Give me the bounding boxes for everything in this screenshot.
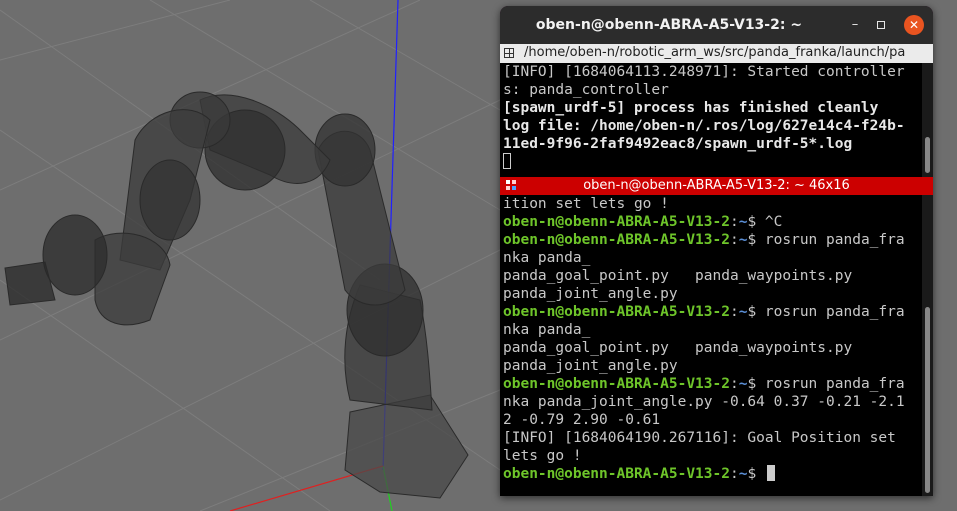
terminal-line: lets go ! xyxy=(500,447,922,465)
line-text: lets go ! xyxy=(503,448,582,464)
line-text: panda_goal_point.py panda_waypoints.py xyxy=(503,340,853,356)
prompt-user-host: oben-n@obenn-ABRA-A5-V13-2 xyxy=(503,304,730,320)
line-text: $ rosrun panda_fra xyxy=(747,232,905,248)
tab-path: /home/oben-n/robotic_arm_ws/src/panda_fr… xyxy=(524,45,906,60)
terminal-line: s: panda_controller xyxy=(503,82,669,98)
window-titlebar[interactable]: oben-n@obenn-ABRA-A5-V13-2: ~ – ✕ xyxy=(500,6,933,44)
close-button[interactable]: ✕ xyxy=(904,15,924,35)
terminal-line: nka panda_ xyxy=(500,249,922,267)
window-title: oben-n@obenn-ABRA-A5-V13-2: ~ xyxy=(535,17,803,33)
text-cursor xyxy=(766,465,775,481)
terminal-pane-header[interactable]: oben-n@obenn-ABRA-A5-V13-2: ~ 46x16 xyxy=(500,177,933,195)
terminal-cursor-line xyxy=(500,153,922,171)
scrollbar-bottom[interactable] xyxy=(922,195,933,496)
terminal-line: nka panda_joint_angle.py -0.64 0.37 -0.2… xyxy=(500,393,922,411)
close-icon: ✕ xyxy=(908,18,920,32)
terminal-line: oben-n@obenn-ABRA-A5-V13-2:~$ ^C xyxy=(503,214,783,230)
scrollbar-top[interactable] xyxy=(922,63,933,177)
line-text: panda_goal_point.py panda_waypoints.py xyxy=(503,268,853,284)
line-text: nka panda_joint_angle.py -0.64 0.37 -0.2… xyxy=(503,394,905,410)
terminator-path-bar[interactable]: /home/oben-n/robotic_arm_ws/src/panda_fr… xyxy=(500,44,933,63)
maximize-icon xyxy=(877,20,885,29)
line-text: $ rosrun panda_fra xyxy=(747,376,905,392)
terminal-line: oben-n@obenn-ABRA-A5-V13-2:~$ rosrun pan… xyxy=(503,232,905,248)
minimize-icon: – xyxy=(851,17,859,32)
line-text: 2 -0.79 2.90 -0.61 xyxy=(503,412,661,428)
terminal-line: [INFO] [1684064113.248971]: Started cont… xyxy=(503,64,905,80)
prompt-user-host: oben-n@obenn-ABRA-A5-V13-2 xyxy=(503,466,730,482)
scrollbar-thumb-bottom[interactable] xyxy=(925,307,930,493)
terminal-line: [spawn_urdf-5] process has finished clea… xyxy=(503,100,879,116)
prompt-user-host: oben-n@obenn-ABRA-A5-V13-2 xyxy=(503,376,730,392)
terminal-line: oben-n@obenn-ABRA-A5-V13-2:~$ rosrun pan… xyxy=(503,304,905,320)
maximize-button[interactable] xyxy=(872,16,890,34)
terminal-line: panda_joint_angle.py xyxy=(500,285,922,303)
pane-title: oben-n@obenn-ABRA-A5-V13-2: ~ 46x16 xyxy=(583,178,850,193)
text-cursor xyxy=(503,153,511,169)
prompt-user-host: oben-n@obenn-ABRA-A5-V13-2 xyxy=(503,214,730,230)
terminal-line: panda_goal_point.py panda_waypoints.py xyxy=(500,339,922,357)
split-terminal-icon[interactable] xyxy=(504,48,514,58)
terminal-window[interactable]: oben-n@obenn-ABRA-A5-V13-2: ~ – ✕ /home/… xyxy=(500,6,933,496)
terminal-line: oben-n@obenn-ABRA-A5-V13-2:~$ xyxy=(500,465,922,483)
terminal-line: [INFO] [1684064190.267116]: Goal Positio… xyxy=(500,429,922,447)
terminal-line: panda_goal_point.py panda_waypoints.py xyxy=(500,267,922,285)
terminal-line: panda_joint_angle.py xyxy=(500,357,922,375)
line-text: $ rosrun panda_fra xyxy=(747,304,905,320)
terminal-line: 11ed-9f96-2faf9492eac8/spawn_urdf-5*.log xyxy=(503,136,853,152)
terminal-line: log file: /home/oben-n/.ros/log/627e14c4… xyxy=(503,118,905,134)
prompt-user-host: oben-n@obenn-ABRA-A5-V13-2 xyxy=(503,232,730,248)
terminal-pane-bottom[interactable]: ition set lets go ! oben-n@obenn-ABRA-A5-… xyxy=(500,195,922,496)
terminal-line: oben-n@obenn-ABRA-A5-V13-2:~$ rosrun pan… xyxy=(503,376,905,392)
terminal-line: ition set lets go ! xyxy=(500,195,922,213)
scrollbar-thumb-top[interactable] xyxy=(925,137,930,173)
line-text: $ xyxy=(747,466,765,482)
line-text: [INFO] [1684064190.267116]: Goal Positio… xyxy=(503,430,896,446)
terminal-line: 2 -0.79 2.90 -0.61 xyxy=(500,411,922,429)
line-text: nka panda_ xyxy=(503,250,591,266)
line-text: panda_joint_angle.py xyxy=(503,286,678,302)
line-text: $ ^C xyxy=(747,214,783,230)
line-text: nka panda_ xyxy=(503,322,591,338)
line-text: ition set lets go ! xyxy=(503,196,669,212)
minimize-button[interactable]: – xyxy=(846,16,864,34)
terminal-line: nka panda_ xyxy=(500,321,922,339)
terminal-pane-top[interactable]: [INFO] [1684064113.248971]: Started cont… xyxy=(500,63,922,177)
line-text: panda_joint_angle.py xyxy=(503,358,678,374)
